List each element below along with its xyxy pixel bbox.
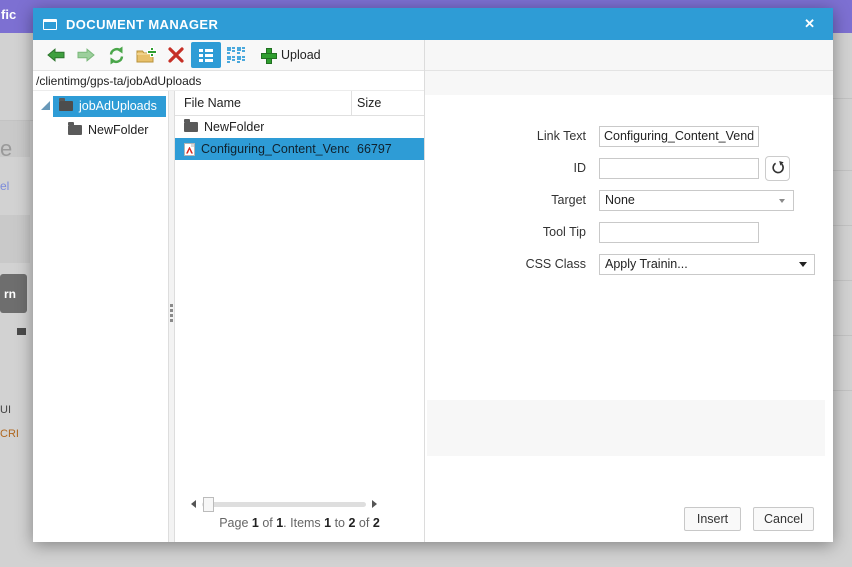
css-class-select[interactable]: Apply Trainin... [599,253,815,275]
target-selected-value: None [605,192,635,207]
file-row-newfolder[interactable]: NewFolder [175,116,424,138]
new-folder-button[interactable] [131,42,161,68]
background-header-text: fic [1,7,17,22]
background-row-divider [833,280,852,281]
forward-button[interactable] [71,42,101,68]
list-view-icon [199,48,213,62]
column-header-file-name[interactable]: File Name [184,96,241,110]
tooltip-input[interactable] [599,221,759,243]
upload-button[interactable]: Upload [261,48,321,64]
scroll-right-icon[interactable] [372,500,377,508]
forward-icon [77,48,95,62]
dialog-titlebar[interactable]: DOCUMENT MANAGER ✕ [33,8,833,40]
form-row-id: ID [425,155,833,181]
browser-section: Upload /clientimg/gps-ta/jobAdUploads jo… [33,40,425,542]
insert-button[interactable]: Insert [684,507,741,531]
file-size: 66797 [357,142,392,156]
properties-panel: Link Text ID Tar [425,40,833,542]
file-row-pdf-selected[interactable]: Configuring_Content_Vendo 66797 [175,138,424,160]
refresh-button[interactable] [101,42,131,68]
cancel-button[interactable]: Cancel [753,507,814,531]
screen: fic e el rn UI CRI DOCUMENT MANAGER ✕ Up… [0,0,852,567]
background-row-divider [833,98,852,99]
background-row-divider [833,225,852,226]
folder-icon [68,121,82,135]
close-icon[interactable]: ✕ [796,14,823,34]
current-path: /clientimg/gps-ta/jobAdUploads [33,71,424,91]
pdf-file-icon [184,142,195,156]
css-class-label: CSS Class [525,257,586,271]
tree-node-label: jobAdUploads [79,99,157,113]
list-view-button[interactable] [191,42,221,68]
generate-id-button[interactable] [765,155,790,181]
document-manager-dialog: DOCUMENT MANAGER ✕ Upload /clientimg/gps… [33,8,833,542]
rotate-refresh-icon [771,161,784,174]
scrollbar-track[interactable] [202,496,366,512]
scroll-left-icon[interactable] [191,500,196,508]
horizontal-scrollbar[interactable] [191,496,377,512]
column-header-size[interactable]: Size [357,96,381,110]
back-icon [47,48,65,62]
window-icon [43,18,57,30]
dialog-body: Upload /clientimg/gps-ta/jobAdUploads jo… [33,40,833,542]
refresh-icon [109,46,123,64]
background-button-fragment: rn [0,274,27,313]
panel-subheader-band [425,71,833,95]
folder-icon [59,98,73,111]
background-row-divider [833,335,852,336]
background-row-divider [833,390,852,391]
background-row-band [0,215,30,263]
dropdown-arrow-icon [799,261,807,267]
file-list: File Name Size NewFolder Configuring_Con… [175,91,424,542]
id-label: ID [573,161,587,175]
file-list-header: File Name Size [175,91,424,116]
folder-icon [184,119,198,132]
delete-button[interactable] [161,42,191,68]
link-text-label: Link Text [536,129,586,143]
tree-node-selected[interactable]: jobAdUploads [53,96,166,117]
new-folder-icon [136,46,157,62]
tree-node-label: NewFolder [88,122,149,137]
form-row-css-class: CSS Class Apply Trainin... [425,253,833,275]
grid-view-button[interactable] [221,42,251,68]
scrollbar-thumb[interactable] [203,496,214,512]
tree-node-jobaduploads[interactable]: jobAdUploads [33,95,168,118]
tree-expander-icon[interactable] [41,101,50,110]
css-class-selected-value: Apply Trainin... [605,256,688,271]
target-select[interactable]: None [599,189,794,211]
link-text-input[interactable] [599,125,759,147]
link-properties-form: Link Text ID Tar [425,95,833,275]
background-text-fragment: e [0,136,13,161]
background-link-fragment: el [0,179,10,193]
chevron-down-icon [779,198,785,203]
pagination-status: Page 1 of 1. Items 1 to 2 of 2 [219,516,380,530]
panel-footer-band [427,400,825,456]
background-printer-icon [17,328,26,335]
panel-header-band [425,40,833,71]
splitter-grip-icon [170,302,173,324]
delete-icon [168,47,184,63]
background-row-divider [833,170,852,171]
tooltip-label: Tool Tip [542,225,586,239]
file-name: NewFolder [204,120,265,134]
form-row-link-text: Link Text [425,125,833,147]
column-divider[interactable] [351,91,352,116]
form-row-target: Target None [425,189,833,211]
file-name: Configuring_Content_Vendo [201,142,349,156]
toolbar: Upload [33,40,424,71]
form-row-tooltip: Tool Tip [425,221,833,243]
target-label: Target [551,193,586,207]
background-text-fragment: UI [0,404,11,416]
grid-view-icon [227,47,245,63]
tree-splitter[interactable] [168,91,175,542]
dialog-title: DOCUMENT MANAGER [66,16,219,32]
upload-plus-icon [261,48,277,64]
folder-tree: jobAdUploads NewFolder [33,91,168,542]
tree-node-newfolder[interactable]: NewFolder [33,118,168,141]
upload-button-label: Upload [281,48,321,62]
back-button[interactable] [41,42,71,68]
browser-content: jobAdUploads NewFolder File Name Size Ne… [33,91,424,542]
id-input[interactable] [599,157,759,179]
background-text-fragment: CRI [0,428,19,440]
